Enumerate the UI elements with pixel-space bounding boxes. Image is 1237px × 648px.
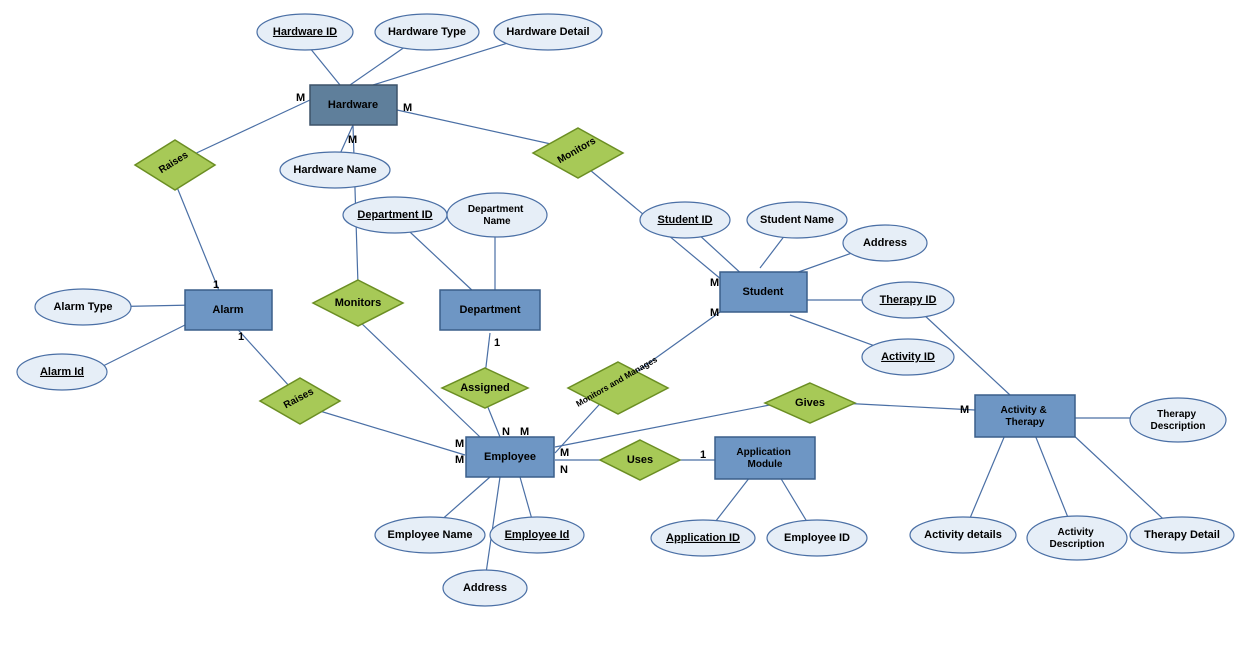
card-emp-gives: M: [560, 447, 569, 459]
attr-employee-id: Employee Id: [490, 517, 584, 553]
attr-hardware-id: Hardware ID: [257, 14, 353, 50]
attr-student-address: Address: [843, 225, 927, 261]
svg-text:Hardware Type: Hardware Type: [388, 26, 466, 38]
svg-text:Department ID: Department ID: [357, 209, 432, 221]
relation-monitors-hw-stu: Monitors: [533, 128, 623, 178]
attr-therapy-id: Therapy ID: [862, 282, 954, 318]
entity-alarm: Alarm: [185, 290, 272, 330]
attr-therapy-detail: Therapy Detail: [1130, 517, 1234, 553]
relation-raises-hw: Raises: [135, 140, 215, 190]
attr-activity-details: Activity details: [910, 517, 1016, 553]
svg-text:Employee Id: Employee Id: [505, 529, 570, 541]
attr-employee-address: Address: [443, 570, 527, 606]
attr-employee-name: Employee Name: [375, 517, 485, 553]
relation-monitors-hw-emp: Monitors: [313, 280, 403, 326]
card-emp-monhw: M: [455, 438, 464, 450]
svg-text:Hardware: Hardware: [328, 99, 378, 111]
attr-hardware-detail: Hardware Detail: [494, 14, 602, 50]
card-app-uses: 1: [700, 449, 706, 461]
entity-employee: Employee: [466, 437, 554, 477]
card-act-gives: M: [960, 404, 969, 416]
card-hw-raises: M: [296, 92, 305, 104]
svg-text:Activity Description: Activity Description: [1049, 527, 1104, 550]
attr-hardware-name: Hardware Name: [280, 152, 390, 188]
svg-text:Activity ID: Activity ID: [881, 351, 935, 363]
svg-text:Alarm: Alarm: [212, 304, 243, 316]
entity-department: Department: [440, 290, 540, 330]
svg-text:Address: Address: [463, 582, 507, 594]
relation-raises-emp: Raises: [260, 378, 340, 424]
card-hw-mon-stu: M: [403, 102, 412, 114]
svg-text:Student Name: Student Name: [760, 214, 834, 226]
entity-appmodule: Application Module: [715, 437, 815, 479]
svg-text:Employee: Employee: [484, 451, 536, 463]
svg-text:Alarm Id: Alarm Id: [40, 366, 84, 378]
svg-text:Address: Address: [863, 237, 907, 249]
svg-text:Employee Name: Employee Name: [388, 529, 473, 541]
attr-therapy-description: Therapy Description: [1130, 398, 1226, 442]
relation-assigned: Assigned: [442, 368, 528, 408]
attr-app-employee-id: Employee ID: [767, 520, 867, 556]
attr-dept-id: Department ID: [343, 197, 447, 233]
svg-text:Employee ID: Employee ID: [784, 532, 850, 544]
attr-dept-name: Department Name: [447, 193, 547, 237]
svg-text:Assigned: Assigned: [460, 382, 510, 394]
svg-text:Gives: Gives: [795, 397, 825, 409]
attr-alarm-id: Alarm Id: [17, 354, 107, 390]
card-hw-mon-emp: M: [348, 134, 357, 146]
card-alarm-rhw: 1: [213, 279, 219, 291]
entity-hardware: Hardware: [310, 85, 397, 125]
relation-gives: Gives: [765, 383, 855, 423]
attr-application-id: Application ID: [651, 520, 755, 556]
attr-activity-description: Activity Description: [1027, 516, 1127, 560]
svg-text:Student ID: Student ID: [658, 214, 713, 226]
svg-text:Hardware Name: Hardware Name: [293, 164, 376, 176]
attr-hardware-type: Hardware Type: [375, 14, 479, 50]
card-alarm-remp: 1: [238, 331, 244, 343]
attr-student-id: Student ID: [640, 202, 730, 238]
svg-text:Alarm Type: Alarm Type: [53, 301, 112, 313]
card-stu-monman: M: [710, 307, 719, 319]
svg-text:Monitors: Monitors: [335, 297, 381, 309]
svg-text:Activity details: Activity details: [924, 529, 1002, 541]
svg-text:Uses: Uses: [627, 454, 653, 466]
svg-text:Activity & Therapy: Activity & Therapy: [1001, 405, 1050, 428]
card-emp-assgn: N: [502, 426, 510, 438]
attr-activity-id: Activity ID: [862, 339, 954, 375]
svg-text:Application ID: Application ID: [666, 532, 740, 544]
relation-monitors-manages: Monitors and Manages: [568, 354, 668, 414]
relation-uses: Uses: [600, 440, 680, 480]
attr-student-name: Student Name: [747, 202, 847, 238]
entity-activity: Activity & Therapy: [975, 395, 1075, 437]
svg-text:Student: Student: [743, 286, 784, 298]
card-emp-uses: N: [560, 464, 568, 476]
card-emp-monman: M: [520, 426, 529, 438]
attr-alarm-type: Alarm Type: [35, 289, 131, 325]
entity-student: Student: [720, 272, 807, 312]
svg-text:Therapy Description: Therapy Description: [1150, 409, 1205, 432]
card-stu-monhw: M: [710, 277, 719, 289]
card-dept-assgn: 1: [494, 337, 500, 349]
svg-text:Therapy ID: Therapy ID: [880, 294, 937, 306]
svg-text:Department: Department: [459, 304, 520, 316]
svg-text:Hardware Detail: Hardware Detail: [506, 26, 589, 38]
svg-text:Therapy Detail: Therapy Detail: [1144, 529, 1220, 541]
card-emp-raises: M: [455, 454, 464, 466]
svg-text:Hardware ID: Hardware ID: [273, 26, 337, 38]
